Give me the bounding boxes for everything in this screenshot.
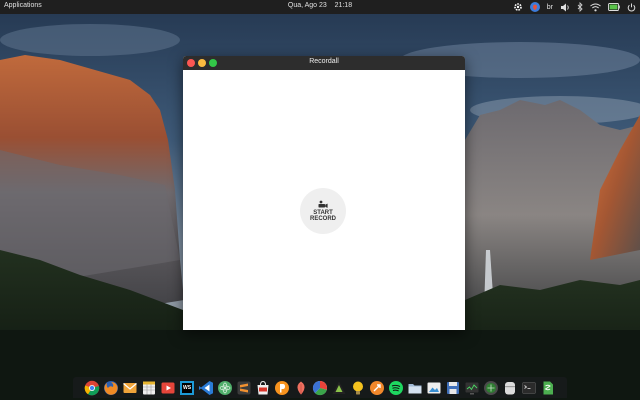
feather-app-icon[interactable] <box>293 380 309 396</box>
android-studio-icon[interactable] <box>331 380 347 396</box>
volume-icon[interactable] <box>560 1 570 13</box>
svg-text:WS: WS <box>183 385 192 391</box>
system-monitor-icon[interactable] <box>464 380 480 396</box>
top-panel: Applications Qua, Ago 23 21:18 br <box>0 0 640 14</box>
panel-time[interactable]: 21:18 <box>335 2 353 9</box>
sublime-merge-icon[interactable] <box>369 380 385 396</box>
color-picker-icon[interactable] <box>312 380 328 396</box>
file-manager-icon[interactable] <box>407 380 423 396</box>
start-record-label: START RECORD <box>309 209 336 223</box>
wifi-icon[interactable] <box>590 1 601 13</box>
chrome-icon[interactable] <box>84 380 100 396</box>
panel-date[interactable]: Qua, Ago 23 <box>288 2 327 9</box>
sublime-text-icon[interactable] <box>236 380 252 396</box>
ubuntu-software-icon[interactable] <box>255 380 271 396</box>
avatar-icon[interactable] <box>529 1 540 13</box>
dock: WS <box>73 377 567 398</box>
camera-icon <box>318 200 328 208</box>
save-app-icon[interactable] <box>445 380 461 396</box>
photo-viewer-icon[interactable] <box>426 380 442 396</box>
recordall-window: Recordall START RECORD <box>183 56 465 330</box>
bluetooth-icon[interactable] <box>577 1 583 13</box>
window-content: START RECORD <box>183 70 465 330</box>
video-player-icon[interactable] <box>160 380 176 396</box>
firefox-icon[interactable] <box>103 380 119 396</box>
ideas-app-icon[interactable] <box>350 380 366 396</box>
mail-icon[interactable] <box>122 380 138 396</box>
package-app-icon[interactable] <box>502 380 518 396</box>
media-player-icon[interactable] <box>483 380 499 396</box>
settings-icon[interactable] <box>513 1 523 13</box>
document-app-icon[interactable] <box>540 380 556 396</box>
atom-icon[interactable] <box>217 380 233 396</box>
spreadsheet-icon[interactable] <box>141 380 157 396</box>
start-record-button[interactable]: START RECORD <box>300 188 346 234</box>
applications-menu[interactable]: Applications <box>4 2 42 9</box>
power-icon[interactable] <box>627 1 636 13</box>
terminal-icon[interactable] <box>521 380 537 396</box>
spotify-icon[interactable] <box>388 380 404 396</box>
postman-icon[interactable] <box>274 380 290 396</box>
window-title: Recordall <box>309 58 339 65</box>
system-tray: br <box>513 1 636 13</box>
webstorm-icon[interactable]: WS <box>179 380 195 396</box>
battery-icon[interactable] <box>608 1 620 13</box>
keyboard-layout-indicator[interactable]: br <box>547 1 553 13</box>
vscode-icon[interactable] <box>198 380 214 396</box>
window-titlebar[interactable]: Recordall <box>183 56 465 70</box>
